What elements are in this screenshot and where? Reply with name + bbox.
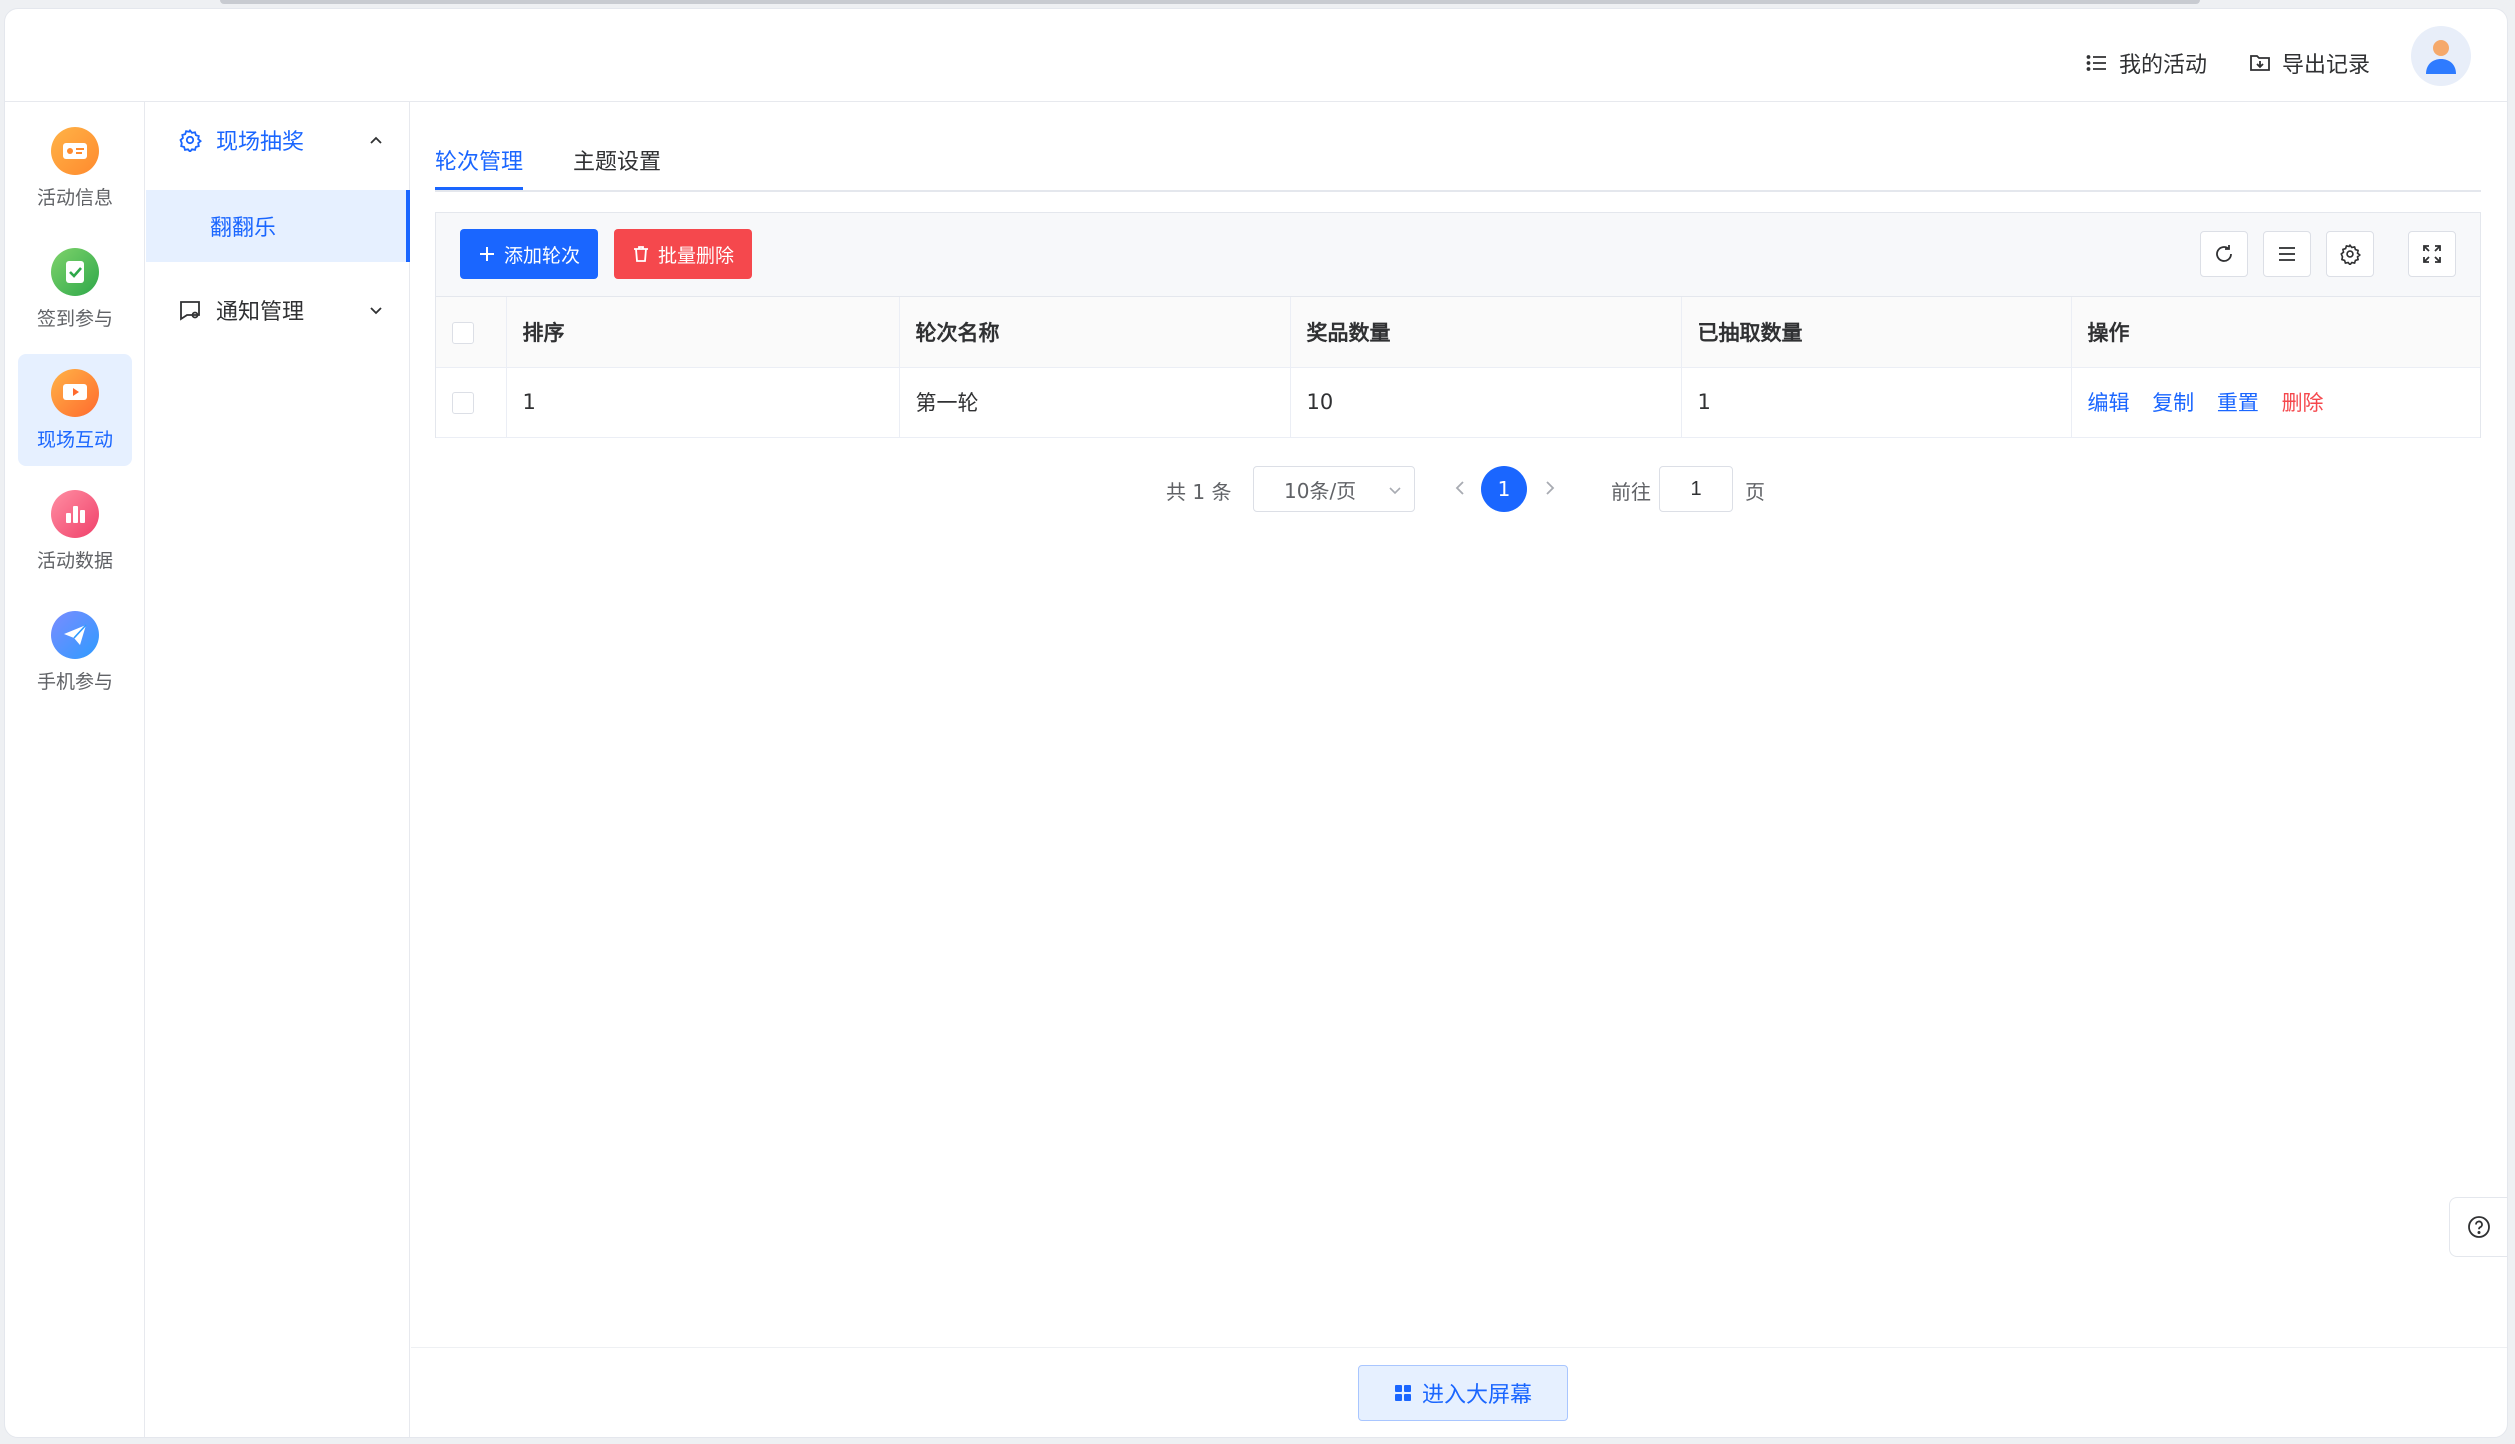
rail-item-mobile-join[interactable]: 手机参与 [18, 596, 132, 708]
user-avatar-icon [2426, 40, 2456, 74]
top-header: 我的活动 导出记录 [5, 9, 2507, 102]
reset-link[interactable]: 重置 [2217, 391, 2259, 415]
export-records-link[interactable]: 导出记录 [2248, 45, 2370, 81]
main-content: 轮次管理 主题设置 添加轮次 批量删除 排序 轮次名称 奖品数量 已抽取数量 操… [411, 102, 2507, 1437]
column-header-drawn[interactable]: 已抽取数量 [1681, 297, 2072, 368]
menu-item-label: 翻翻乐 [210, 216, 277, 241]
trash-icon [634, 246, 648, 262]
menu-group-live-lottery[interactable]: 现场抽奖 [146, 102, 410, 178]
rail-label: 活动数据 [36, 549, 113, 572]
menu-lines-icon [2279, 247, 2295, 261]
page-size-select[interactable]: 10条/页 [1253, 466, 1415, 512]
table-header-row: 排序 轮次名称 奖品数量 已抽取数量 操作 [436, 297, 2480, 368]
rail-item-activity-info[interactable]: 活动信息 [18, 112, 132, 224]
export-records-label: 导出记录 [2282, 53, 2371, 78]
row-checkbox[interactable] [452, 392, 474, 414]
fullscreen-button[interactable] [2408, 231, 2456, 277]
add-round-label: 添加轮次 [504, 244, 581, 267]
column-header-actions: 操作 [2071, 297, 2480, 368]
tab-bar: 轮次管理 主题设置 [435, 130, 2481, 192]
rail-label: 活动信息 [36, 186, 113, 209]
rounds-table: 排序 轮次名称 奖品数量 已抽取数量 操作 1 第一轮 10 1 编辑 复制 重… [436, 297, 2480, 438]
help-button[interactable] [2449, 1197, 2507, 1257]
chevron-down-icon [370, 307, 382, 315]
rail-item-activity-data[interactable]: 活动数据 [18, 475, 132, 587]
sub-menu: 现场抽奖 翻翻乐 通知管理 [146, 102, 410, 1437]
activity-info-icon [51, 126, 99, 175]
column-settings-button[interactable] [2326, 231, 2374, 277]
column-header-name[interactable]: 轮次名称 [899, 297, 1291, 368]
add-round-button[interactable]: 添加轮次 [460, 229, 599, 279]
window-top-strip [220, 0, 2200, 4]
select-all-cell [436, 297, 507, 368]
rounds-table-panel: 添加轮次 批量删除 排序 轮次名称 奖品数量 已抽取数量 操作 1 第一轮 10… [435, 212, 2481, 438]
user-avatar[interactable] [2411, 26, 2471, 86]
enter-big-screen-label: 进入大屏幕 [1421, 1383, 1532, 1408]
column-header-order[interactable]: 排序 [506, 297, 900, 368]
my-activity-label: 我的活动 [2119, 53, 2208, 78]
select-all-checkbox[interactable] [452, 321, 474, 344]
menu-group-notifications[interactable]: 通知管理 [146, 272, 410, 348]
settings-icon [2340, 243, 2361, 265]
gear-icon [179, 129, 202, 152]
copy-link[interactable]: 复制 [2152, 391, 2194, 415]
rail-label: 手机参与 [36, 670, 113, 693]
rail-item-live-interaction[interactable]: 现场互动 [18, 354, 132, 466]
table-toolbar: 添加轮次 批量删除 [436, 213, 2480, 297]
chevron-down-icon [1389, 487, 1401, 495]
live-interaction-icon [51, 368, 99, 417]
table-row: 1 第一轮 10 1 编辑 复制 重置 删除 [436, 367, 2480, 438]
tab-theme-settings[interactable]: 主题设置 [573, 144, 661, 190]
menu-group-label: 通知管理 [216, 300, 305, 325]
rail-item-checkin[interactable]: 签到参与 [18, 233, 132, 345]
batch-delete-label: 批量删除 [658, 244, 735, 267]
page-number-current[interactable]: 1 [1481, 466, 1527, 512]
pagination-total: 共 1 条 [1166, 480, 1232, 504]
rail-label: 现场互动 [36, 428, 113, 451]
menu-item-flip-game[interactable]: 翻翻乐 [146, 190, 410, 262]
plus-icon [480, 247, 494, 261]
name-cell: 第一轮 [899, 367, 1291, 438]
rail-label: 签到参与 [36, 307, 113, 330]
help-icon [2467, 1216, 2490, 1238]
export-folder-icon [2250, 55, 2270, 71]
drawn-cell: 1 [1681, 367, 2072, 438]
enter-big-screen-button[interactable]: 进入大屏幕 [1358, 1365, 1568, 1421]
footer-bar: 进入大屏幕 [411, 1347, 2507, 1437]
prizes-cell: 10 [1290, 367, 1682, 438]
page-suffix: 页 [1745, 480, 1765, 504]
goto-page-input[interactable] [1659, 466, 1733, 512]
column-header-prizes[interactable]: 奖品数量 [1290, 297, 1682, 368]
chevron-up-icon [370, 136, 382, 144]
list-icon [2086, 55, 2106, 71]
pagination: 共 1 条 10条/页 1 前往 页 [411, 466, 2507, 512]
next-page-icon[interactable] [1539, 478, 1559, 498]
fullscreen-icon [2423, 245, 2441, 263]
notification-icon [180, 301, 200, 321]
actions-cell: 编辑 复制 重置 删除 [2071, 367, 2480, 438]
refresh-button[interactable] [2200, 231, 2248, 277]
page-size-value: 10条/页 [1284, 478, 1357, 503]
density-button[interactable] [2263, 231, 2311, 277]
refresh-icon [2216, 245, 2232, 262]
menu-group-label: 现场抽奖 [216, 130, 305, 155]
order-cell: 1 [506, 367, 900, 438]
my-activity-link[interactable]: 我的活动 [2085, 45, 2207, 81]
tab-round-management[interactable]: 轮次管理 [435, 144, 524, 190]
edit-link[interactable]: 编辑 [2088, 391, 2130, 415]
row-select-cell [436, 367, 507, 438]
goto-label: 前往 [1611, 480, 1651, 504]
app-frame: 我的活动 导出记录 活动信息 签到参与 现场互动 活动数据 手机参与 现场抽奖 … [4, 8, 2508, 1438]
batch-delete-button[interactable]: 批量删除 [614, 229, 753, 279]
checkin-icon [51, 247, 99, 296]
activity-data-icon [51, 489, 99, 538]
prev-page-icon[interactable] [1451, 478, 1471, 498]
grid-icon [1394, 1385, 1411, 1401]
left-rail: 活动信息 签到参与 现场互动 活动数据 手机参与 [5, 102, 145, 1437]
delete-link[interactable]: 删除 [2282, 391, 2324, 415]
mobile-join-icon [51, 610, 99, 659]
